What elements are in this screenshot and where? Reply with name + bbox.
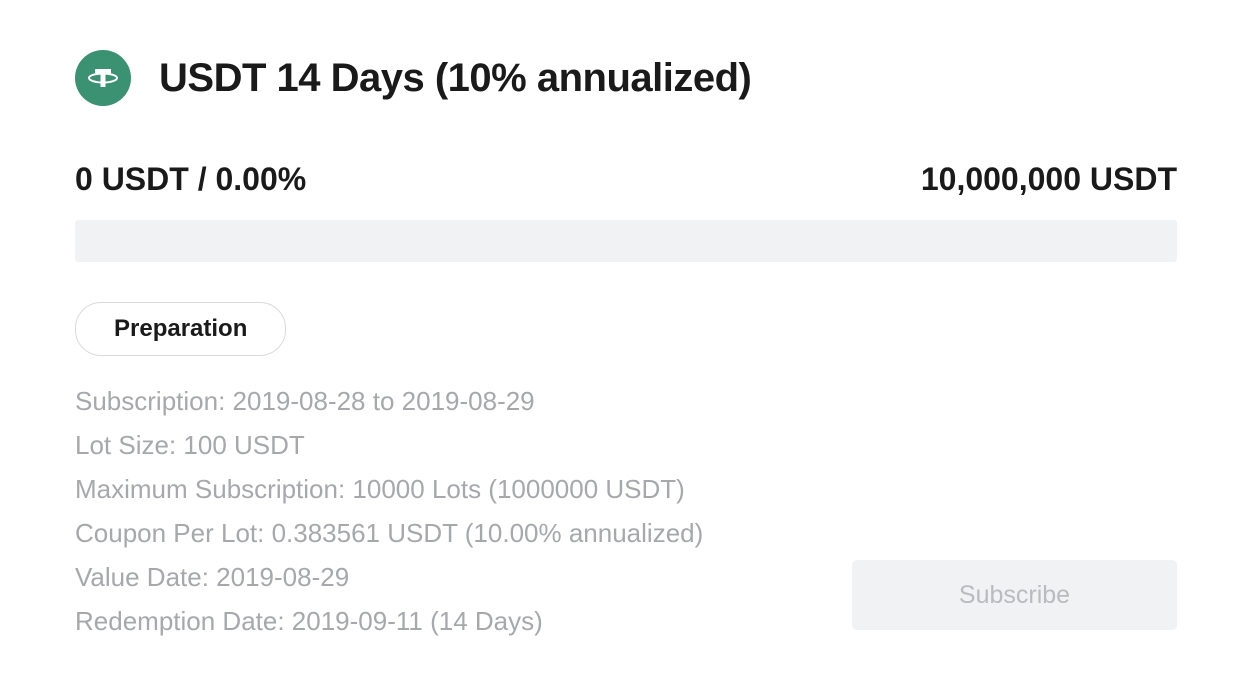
detail-lot-size: Lot Size: 100 USDT [75, 430, 1177, 461]
product-title: USDT 14 Days (10% annualized) [159, 56, 751, 101]
tether-icon [75, 50, 131, 106]
detail-coupon: Coupon Per Lot: 0.383561 USDT (10.00% an… [75, 518, 1177, 549]
progress-summary: 0 USDT / 0.00% 10,000,000 USDT [75, 161, 1177, 198]
progress-total: 10,000,000 USDT [921, 161, 1177, 198]
product-header: USDT 14 Days (10% annualized) [75, 50, 1177, 106]
progress-current: 0 USDT / 0.00% [75, 161, 306, 198]
status-badge: Preparation [75, 302, 286, 356]
detail-max-subscription: Maximum Subscription: 10000 Lots (100000… [75, 474, 1177, 505]
detail-subscription: Subscription: 2019-08-28 to 2019-08-29 [75, 386, 1177, 417]
subscribe-button[interactable]: Subscribe [852, 560, 1177, 630]
progress-bar [75, 220, 1177, 262]
